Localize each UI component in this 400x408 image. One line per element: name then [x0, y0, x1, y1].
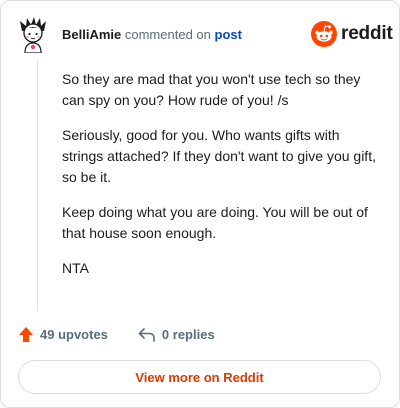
user-avatar[interactable] [18, 17, 48, 54]
comment-paragraph: Seriously, good for you. Who wants gifts… [62, 127, 376, 185]
reddit-wordmark: reddit [341, 23, 393, 44]
reddit-snoo-icon [311, 21, 337, 47]
comment-header: BelliAmie commented on post [62, 27, 242, 43]
upvote-button[interactable]: 49 upvotes [18, 326, 108, 343]
post-link[interactable]: post [215, 27, 242, 42]
reddit-logo[interactable]: reddit [311, 21, 393, 47]
replies-button[interactable]: 0 replies [138, 327, 215, 342]
view-more-button[interactable]: View more on Reddit [18, 360, 381, 394]
comment-paragraph: Keep doing what you are doing. You will … [62, 204, 368, 241]
thread-line [37, 59, 38, 311]
upvote-arrow-icon [19, 327, 33, 342]
comment-stats: 49 upvotes 0 replies [18, 326, 215, 343]
comment-card: BelliAmie commented on post reddit So th… [0, 0, 400, 408]
comment-paragraph: So they are mad that you won't use tech … [62, 71, 361, 108]
username-link[interactable]: BelliAmie [62, 27, 121, 42]
reply-count: 0 replies [161, 327, 215, 342]
comment-action-text: commented on [124, 27, 211, 42]
reply-arrow-icon [138, 327, 155, 342]
avatar-icon [20, 17, 46, 54]
comment-paragraph: NTA [62, 260, 89, 276]
comment-body: So they are mad that you won't use tech … [62, 69, 382, 293]
upvote-count: 49 upvotes [40, 327, 108, 342]
